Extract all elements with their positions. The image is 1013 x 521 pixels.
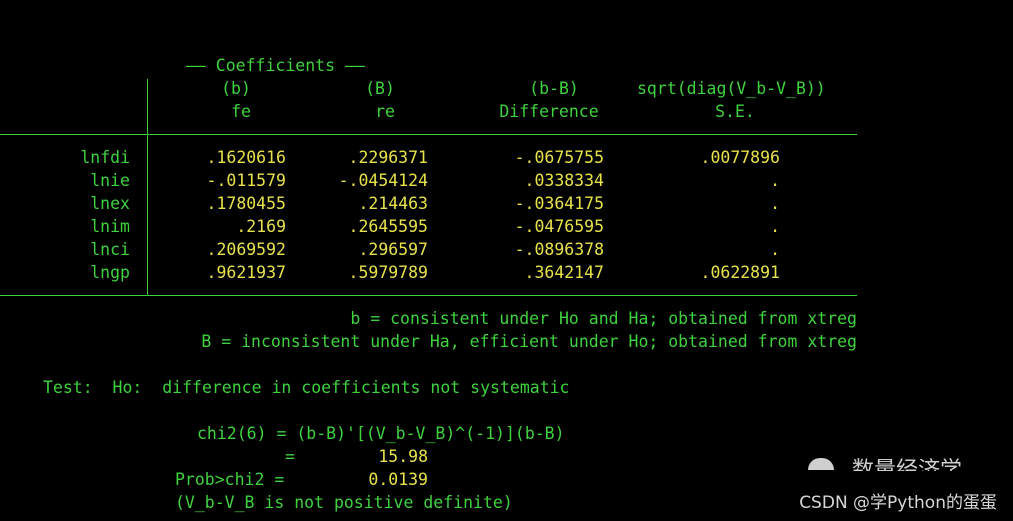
col-header-fe: fe [231, 102, 251, 121]
note-b: b = consistent under Ho and Ha; obtained… [350, 309, 857, 328]
col-header-sqrt: sqrt(diag(V_b-V_B)) [637, 79, 826, 98]
value-B: .296597 [358, 240, 428, 259]
value-B: .2296371 [348, 148, 428, 167]
chi2-formula: chi2(6) = (b-B)'[(V_b-V_B)^(-1)](b-B) [197, 424, 565, 443]
var-name: lnci [90, 240, 130, 259]
chi2-equals: = [285, 447, 295, 466]
col-header-b: (b) [221, 79, 251, 98]
value-se: .0622891 [700, 263, 780, 282]
value-diff: .3642147 [524, 263, 604, 282]
test-label: Test: Ho: difference in coefficients not… [43, 378, 570, 397]
watermark-partial: 数量经济学 [852, 458, 963, 471]
col-header-se: S.E. [715, 102, 755, 121]
value-se: . [770, 171, 780, 190]
var-name: lnfdi [80, 148, 130, 167]
value-se: . [770, 240, 780, 259]
value-b: .9621937 [206, 263, 286, 282]
value-b: .1780455 [206, 194, 286, 213]
prob-label: Prob>chi2 = [175, 470, 285, 489]
value-se: .0077896 [700, 148, 780, 167]
coefficients-group-header: —— Coefficients —— [186, 56, 365, 75]
note-B: B = inconsistent under Ha, efficient und… [201, 332, 857, 351]
col-header-difference: Difference [499, 102, 599, 121]
col-header-B: (B) [365, 79, 395, 98]
header-rule [0, 134, 857, 135]
var-name: lnim [90, 217, 130, 236]
value-B: .2645595 [348, 217, 428, 236]
value-se: . [770, 194, 780, 213]
col-header-bminusB: (b-B) [529, 79, 579, 98]
col-header-re: re [375, 102, 395, 121]
var-name: lnie [90, 171, 130, 190]
prob-value: 0.0139 [368, 470, 428, 489]
footer-rule [0, 295, 857, 296]
value-B: .5979789 [348, 263, 428, 282]
var-name: lngp [90, 263, 130, 282]
value-diff: -.0364175 [514, 194, 604, 213]
chi2-value: 15.98 [378, 447, 428, 466]
var-name: lnex [90, 194, 130, 213]
value-diff: -.0675755 [514, 148, 604, 167]
watermark: CSDN @学Python的蛋蛋 [799, 493, 997, 513]
value-b: .1620616 [206, 148, 286, 167]
value-b: .2069592 [206, 240, 286, 259]
not-pd-note: (V_b-V_B is not positive definite) [175, 493, 513, 512]
value-B: -.0454124 [338, 171, 428, 190]
value-b: -.011579 [206, 171, 286, 190]
value-se: . [770, 217, 780, 236]
value-B: .214463 [358, 194, 428, 213]
value-diff: -.0476595 [514, 217, 604, 236]
value-diff: -.0896378 [514, 240, 604, 259]
value-b: .2169 [236, 217, 286, 236]
value-diff: .0338334 [524, 171, 604, 190]
wechat-logo-icon [808, 458, 834, 470]
column-divider [147, 79, 148, 295]
